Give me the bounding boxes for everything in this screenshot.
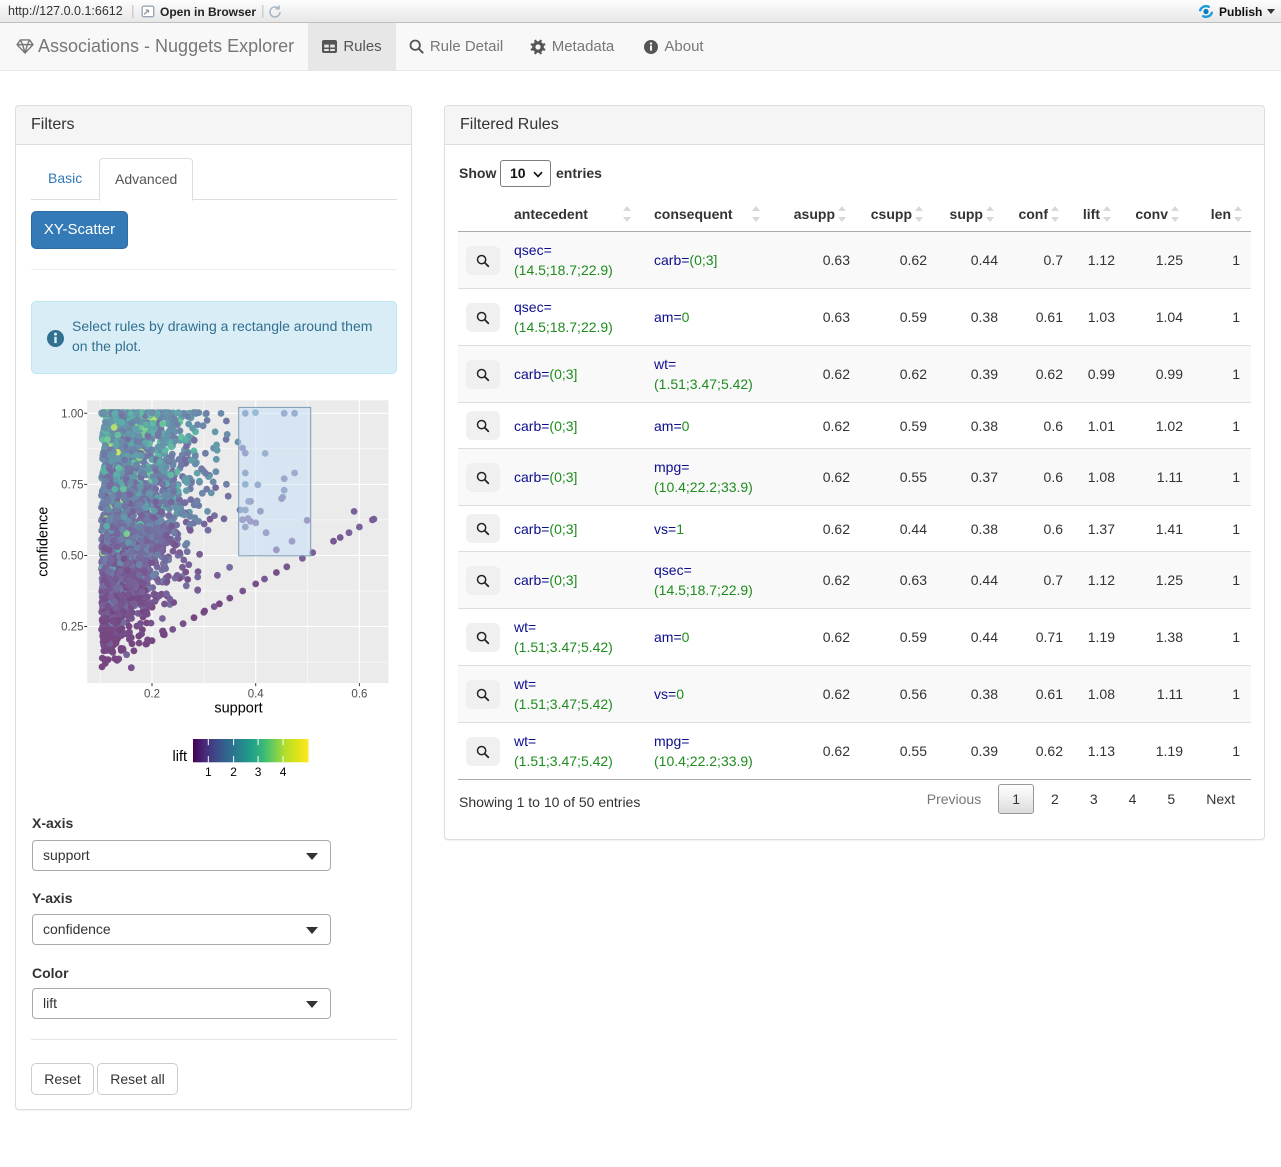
svg-text:lift: lift	[173, 749, 188, 765]
svg-text:2: 2	[230, 765, 237, 779]
svg-text:0.6: 0.6	[351, 689, 367, 701]
svg-text:0.50: 0.50	[61, 551, 83, 563]
svg-text:0.75: 0.75	[61, 480, 83, 492]
svg-text:4: 4	[280, 765, 287, 779]
svg-text:0.25: 0.25	[61, 622, 83, 634]
svg-text:confidence: confidence	[36, 507, 52, 577]
svg-text:3: 3	[255, 765, 262, 779]
svg-text:0.2: 0.2	[144, 689, 160, 701]
svg-text:1.00: 1.00	[61, 408, 83, 420]
svg-text:1: 1	[205, 765, 212, 779]
svg-text:0.4: 0.4	[248, 689, 265, 701]
svg-text:support: support	[214, 701, 262, 717]
